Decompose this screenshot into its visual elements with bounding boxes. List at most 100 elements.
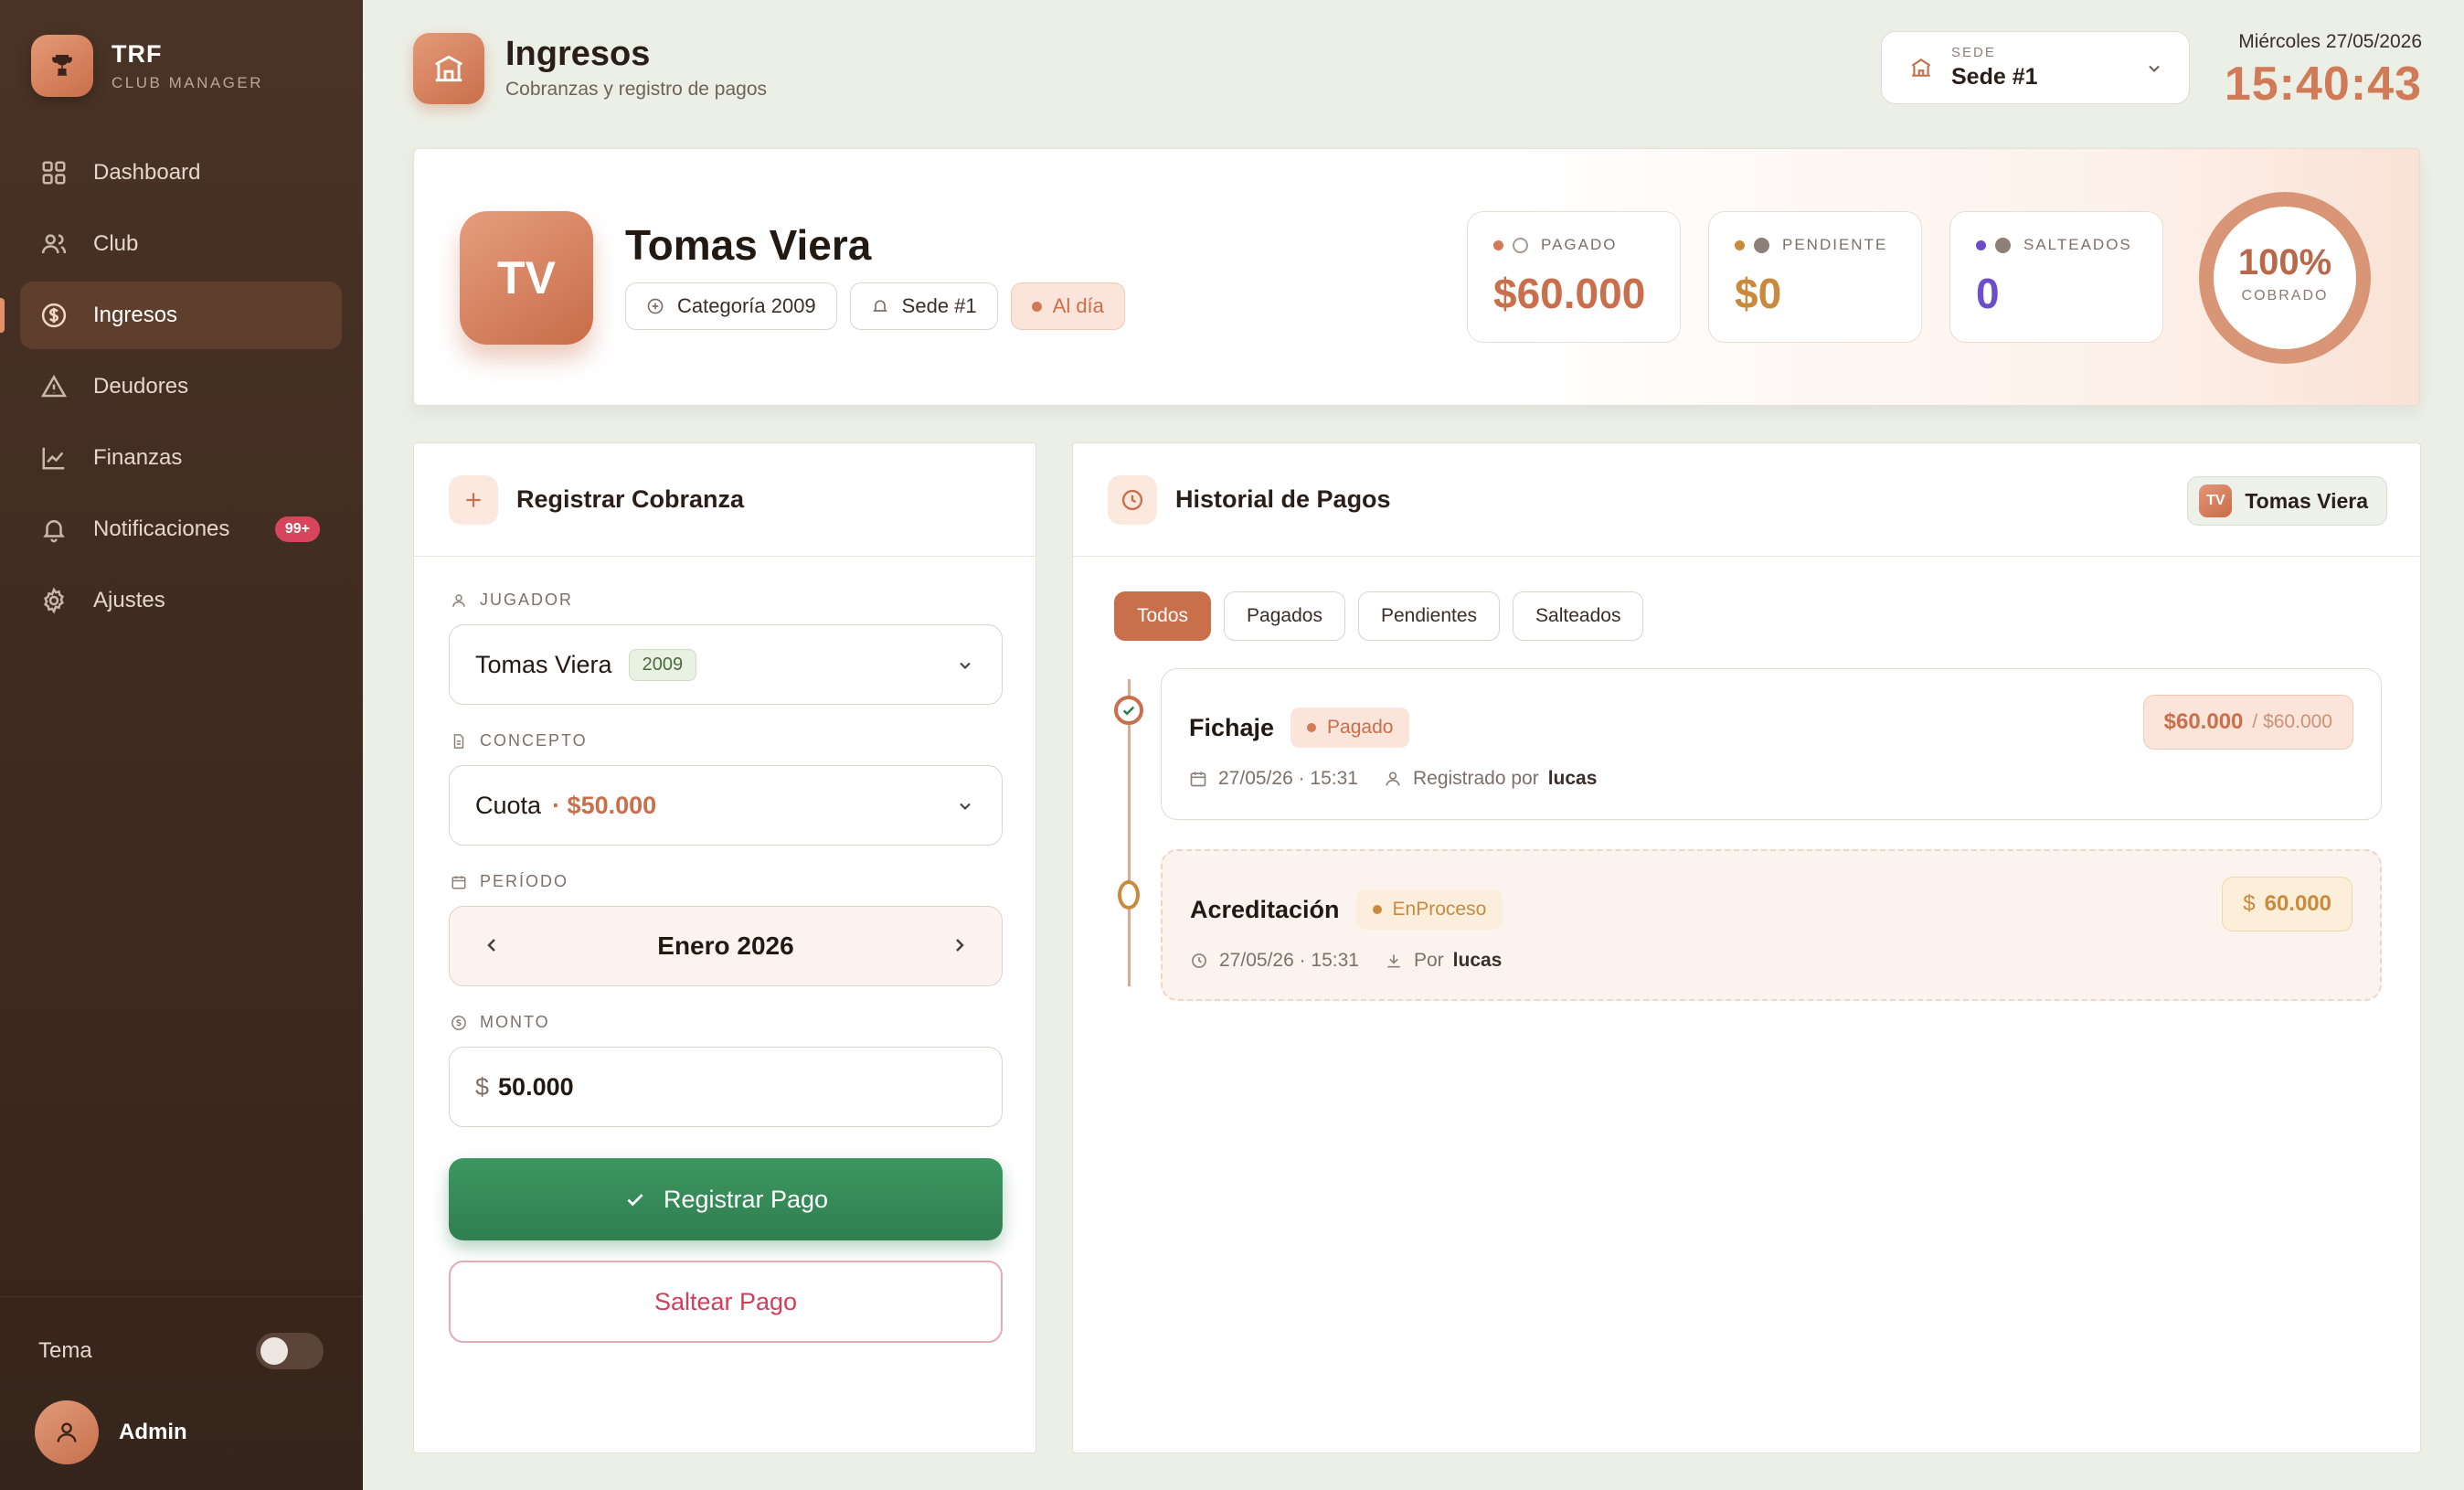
sede-select[interactable]: SEDE Sede #1 [1881, 31, 2190, 104]
sidebar-item-dashboard[interactable]: Dashboard [20, 139, 342, 207]
theme-toggle[interactable] [256, 1333, 324, 1369]
tab-salteados[interactable]: Salteados [1513, 591, 1644, 641]
sidebar-item-notificaciones[interactable]: Notificaciones 99+ [20, 495, 342, 563]
stat-salteados-value: 0 [1976, 270, 2000, 317]
document-icon [453, 733, 464, 749]
periodo-value: Enero 2026 [657, 931, 794, 960]
monto-input[interactable]: $ 50.000 [449, 1047, 1003, 1127]
player-chips: Categoría 2009 Sede #1 Al día [625, 282, 1138, 330]
status-badge: Pagado [1290, 708, 1410, 748]
sidebar-nav: Dashboard Club Ingresos Deudores Finanza… [0, 139, 342, 638]
current-time: 15:40:43 [2224, 58, 2422, 111]
sidebar-item-ingresos[interactable]: Ingresos [0, 282, 342, 349]
theme-row: Tema [38, 1333, 324, 1369]
trophy-icon [31, 35, 93, 97]
skip-payment-button[interactable]: Saltear Pago [449, 1261, 1003, 1343]
periodo-label: PERÍODO [451, 872, 568, 891]
timeline-line [1128, 679, 1131, 986]
status-badge-label: Al día [1052, 294, 1104, 317]
stat-dot [1976, 239, 1986, 250]
skip-icon [1995, 237, 2011, 253]
monto-label: MONTO [451, 1013, 550, 1032]
entry-title: Acreditación [1190, 895, 1340, 923]
dollar-circle-icon [41, 303, 67, 328]
history-entry-acreditacion[interactable]: Acreditación EnProceso 27/05/26 · 15:31 … [1161, 849, 2382, 1001]
sidebar-item-deudores[interactable]: Deudores [20, 353, 342, 420]
sede-label: SEDE [1951, 45, 1996, 60]
cobrado-percent: 100% [2237, 242, 2332, 282]
sidebar-item-club[interactable]: Club [20, 210, 342, 278]
tab-pendientes[interactable]: Pendientes [1357, 591, 1501, 641]
category-chip-label: Categoría 2009 [677, 294, 816, 317]
tab-todos[interactable]: Todos [1114, 591, 1212, 641]
theme-label: Tema [38, 1338, 92, 1363]
payment-history-panel: Historial de Pagos TV Tomas Viera Todos … [1072, 442, 2421, 1453]
page-subtitle: Cobranzas y registro de pagos [505, 79, 767, 100]
check-icon [627, 1194, 643, 1207]
check-icon [1114, 696, 1143, 725]
player-profile-card: TV Tomas Viera Categoría 2009 Sede #1 Al… [413, 148, 2420, 406]
page-title: Ingresos [505, 35, 651, 73]
brand-title: TRF [112, 39, 163, 68]
entry-by-user: lucas [1547, 768, 1598, 789]
jugador-year-tag: 2009 [628, 648, 697, 681]
chevron-right-icon[interactable] [949, 934, 971, 956]
history-entry-fichaje[interactable]: Fichaje Pagado 27/05/26 · 15:31 Registra… [1161, 668, 2382, 820]
chevron-down-icon [960, 662, 971, 669]
sidebar-item-label: Club [93, 231, 139, 256]
register-payment-panel: Registrar Cobranza JUGADOR Tomas Viera 2… [413, 442, 1036, 1453]
stat-pendiente: PENDIENTE $0 [1708, 211, 1922, 343]
chevron-left-icon[interactable] [481, 934, 503, 956]
sidebar-item-finanzas[interactable]: Finanzas [20, 424, 342, 492]
sede-chip-label: Sede #1 [901, 294, 977, 317]
tab-pagados[interactable]: Pagados [1224, 591, 1345, 641]
plus-circle-icon [1754, 237, 1769, 253]
status-dot [1031, 301, 1042, 312]
sede-chip: Sede #1 [849, 282, 998, 330]
status-dot [1372, 905, 1382, 914]
bell-icon [872, 300, 887, 312]
player-name: Tomas Viera [625, 221, 872, 269]
entry-amount: $60.000 / $60.000 [2142, 695, 2353, 750]
brand[interactable]: TRF CLUB MANAGER [31, 35, 263, 97]
sidebar-item-ajustes[interactable]: Ajustes [20, 567, 342, 634]
stat-pendiente-value: $0 [1735, 270, 1782, 317]
history-user-pill: TV Tomas Viera [2187, 476, 2387, 526]
entry-by-user: lucas [1452, 950, 1503, 971]
category-chip: Categoría 2009 [625, 282, 837, 330]
player-avatar: TV [460, 211, 593, 345]
stat-pagado-value: $60.000 [1493, 270, 1646, 317]
sidebar-item-label: Dashboard [93, 160, 201, 185]
jugador-label: JUGADOR [451, 591, 573, 610]
entry-date: 27/05/26 · 15:31 [1219, 950, 1359, 971]
history-user-avatar: TV [2199, 484, 2233, 517]
sede-value: Sede #1 [1951, 64, 2038, 90]
sidebar-item-label: Ajustes [93, 588, 165, 612]
dollar-circle-icon [451, 1015, 466, 1030]
theme-toggle-knob [260, 1337, 288, 1365]
register-payment-button[interactable]: Registrar Pago [449, 1158, 1003, 1240]
admin-profile[interactable]: Admin [35, 1400, 187, 1464]
clock-icon [1108, 474, 1157, 525]
entry-date: 27/05/26 · 15:31 [1218, 768, 1358, 789]
entry-by-label: Por [1413, 950, 1444, 971]
stat-salteados-label: SALTEADOS [2023, 236, 2132, 253]
user-icon [35, 1400, 99, 1464]
sidebar-item-label: Notificaciones [93, 516, 230, 541]
cobrado-label: COBRADO [2241, 288, 2329, 303]
register-payment-label: Registrar Pago [663, 1185, 829, 1213]
concepto-select[interactable]: Cuota · $50.000 [449, 765, 1003, 846]
history-filter-tabs: Todos Pagados Pendientes Salteados [1114, 591, 1656, 641]
gear-icon [44, 587, 64, 614]
status-dot [1307, 723, 1317, 732]
grid-icon [42, 161, 66, 185]
jugador-select[interactable]: Tomas Viera 2009 [449, 624, 1003, 705]
jugador-value: Tomas Viera [475, 650, 612, 678]
history-user-name: Tomas Viera [2245, 488, 2368, 513]
stat-dot [1493, 239, 1503, 250]
stat-pendiente-label: PENDIENTE [1782, 236, 1888, 253]
monto-currency: $ [475, 1072, 490, 1101]
clock-icon [1513, 237, 1528, 253]
sidebar: TRF CLUB MANAGER Dashboard Club Ingresos… [0, 0, 363, 1490]
current-date: Miércoles 27/05/2026 [2238, 31, 2422, 52]
